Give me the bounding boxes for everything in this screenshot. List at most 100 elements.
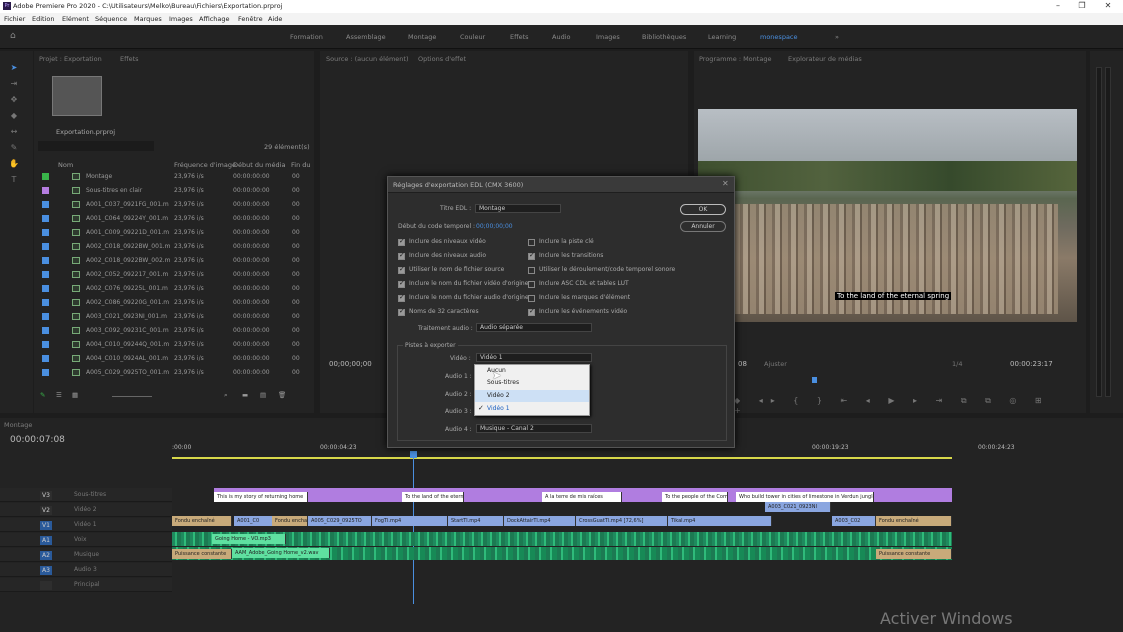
effect-controls-tab[interactable]: Options d'effet [418, 55, 466, 63]
project-list-item[interactable]: A001_C064_09224Y_001.m 23,976 i/s 00:00:00… [36, 212, 308, 226]
project-list-item[interactable]: A003_C092_09231C_001.m 23,976 i/s 00:00:00… [36, 324, 308, 338]
checkbox[interactable] [398, 307, 405, 316]
caption-clip[interactable]: A la terre de mis raíces [542, 492, 622, 502]
video-clip[interactable]: A005_C029_0925TO [308, 516, 372, 526]
transition-clip[interactable]: Fondu enchaîné [876, 516, 952, 526]
video-clip[interactable]: Tikal.mp4 [668, 516, 772, 526]
track-header[interactable]: V3 Sous-titres [0, 488, 172, 502]
workspace-tab[interactable]: Bibliothèques [642, 33, 686, 41]
project-list-item[interactable]: A004_C010_0924AL_001.m 23,976 i/s 00:00:00… [36, 352, 308, 366]
caption-clip[interactable]: This is my story of returning home [214, 492, 308, 502]
track-id[interactable]: A1 [40, 536, 52, 545]
audio-processing-select[interactable]: Audio séparée [476, 323, 592, 332]
track-select-icon[interactable]: ⇥ [8, 79, 20, 89]
home-icon[interactable]: ⌂ [10, 31, 16, 41]
menu-item[interactable]: Marques [134, 15, 162, 23]
col-end[interactable]: Fin du [291, 161, 311, 169]
transport-controls[interactable]: ◆ ◂▸ { } ⇤ ◂ ▶ ▸ ⇥ ⧉ ⧉ ◎ ⊞ + [734, 396, 1074, 415]
caption-clip[interactable]: To the land of the eternal [402, 492, 464, 502]
new-item-icon[interactable]: ▤ [260, 391, 266, 399]
ripple-edit-icon[interactable]: ✥ [8, 95, 20, 105]
caption-track[interactable]: This is my story of returning home To th… [214, 488, 952, 502]
fit-dropdown[interactable]: Ajuster [764, 360, 787, 368]
playhead-marker[interactable] [812, 377, 817, 383]
zoom-slider[interactable] [112, 396, 152, 397]
find-icon[interactable]: ⌕ [224, 391, 228, 400]
video-clip[interactable]: DockAttairTl.mp4 [504, 516, 576, 526]
checkbox[interactable] [528, 281, 535, 288]
more-workspaces-icon[interactable]: » [835, 33, 839, 41]
project-list-item[interactable]: A003_C021_0923NI_001.m 23,976 i/s 00:00:00… [36, 310, 308, 324]
razor-icon[interactable]: ◆ [8, 111, 20, 121]
minimize-icon[interactable]: – [1048, 1, 1068, 11]
project-list-item[interactable]: A005_C029_0925TO_001.m 23,976 i/s 00:00:00… [36, 366, 308, 380]
track-header[interactable]: A2 Musique [0, 548, 172, 562]
effects-tab[interactable]: Effets [120, 55, 139, 63]
menu-item[interactable]: Elément [62, 15, 89, 23]
video-clip[interactable]: A001_C0 [234, 516, 274, 526]
workspace-tab[interactable]: Montage [408, 33, 436, 41]
project-list-item[interactable]: Montage 23,976 i/s 00:00:00:00 00 [36, 170, 308, 184]
caption-clip[interactable]: Who build tower in cities of limestone i… [736, 492, 874, 502]
dropdown-option-hover[interactable]: Vidéo 2 [475, 390, 589, 402]
playhead-handle[interactable] [410, 451, 417, 458]
menu-item[interactable]: Séquence [95, 15, 127, 23]
track-header[interactable]: A1 Voix [0, 533, 172, 547]
menu-item[interactable]: Edition [32, 15, 55, 23]
menu-item[interactable]: Aide [268, 15, 282, 23]
hand-icon[interactable]: ✋ [8, 159, 20, 169]
search-input[interactable] [38, 141, 154, 151]
resolution-dropdown[interactable]: 1/4 [952, 360, 962, 368]
checkbox[interactable] [528, 307, 535, 316]
menu-item[interactable]: Affichage [199, 15, 230, 23]
transition-clip[interactable]: Fondu enchaîné [272, 516, 308, 526]
checkbox[interactable] [528, 251, 535, 260]
workspace-tab-active[interactable]: monespace [760, 33, 798, 41]
video-clip[interactable]: FogTl.mp4 [372, 516, 448, 526]
selection-tool-icon[interactable]: ➤ [8, 63, 20, 73]
audio-clip[interactable]: AAM_Adobe_Going Home_v2.wav [232, 548, 330, 558]
project-list-item[interactable]: Sous-titres en clair 23,976 i/s 00:00:00:0… [36, 184, 308, 198]
pencil-icon[interactable]: ✎ [40, 391, 45, 399]
project-list-item[interactable]: A002_C086_09220G_001.m 23,976 i/s 00:00:00… [36, 296, 308, 310]
menu-item[interactable]: Fichier [4, 15, 25, 23]
checkbox[interactable] [398, 293, 405, 302]
start-tc-value[interactable]: 00;00;00;00 [476, 223, 513, 230]
a2-audio[interactable]: Puissance constante AAM_Adobe_Going Home… [172, 547, 952, 560]
audio-transition[interactable]: Puissance constante [876, 549, 952, 559]
cancel-button[interactable]: Annuler [680, 221, 726, 232]
program-tab[interactable]: Programme : Montage [699, 55, 771, 63]
work-area-bar[interactable] [172, 457, 952, 459]
checkbox[interactable] [398, 279, 405, 288]
media-browser-tab[interactable]: Explorateur de médias [788, 55, 862, 63]
list-view-icon[interactable]: ☰ [56, 391, 62, 399]
project-list-item[interactable]: A002_C018_0922BW_002.m 23,976 i/s 00:00:00… [36, 254, 308, 268]
track-id[interactable]: A2 [40, 551, 52, 560]
project-tab[interactable]: Projet : Exportation [39, 55, 102, 63]
col-fps[interactable]: Fréquence d'image [174, 161, 236, 169]
project-list-item[interactable]: A002_C018_0922BW_001.m 23,976 i/s 00:00:00… [36, 240, 308, 254]
checkbox[interactable] [398, 251, 405, 260]
track-header[interactable]: V1 Vidéo 1 [0, 518, 172, 532]
workspace-tab[interactable]: Learning [708, 33, 736, 41]
video-clip[interactable]: StartTl.mp4 [448, 516, 504, 526]
transition-clip[interactable]: Fondu enchaîné [172, 516, 232, 526]
project-list-item[interactable]: A001_C037_0921FG_001.m 23,976 i/s 00:00:00… [36, 198, 308, 212]
new-bin-icon[interactable]: ▬ [242, 391, 248, 399]
dropdown-option-selected[interactable]: Vidéo 1 [475, 403, 589, 415]
timeline-tab[interactable]: Montage [4, 421, 32, 429]
track-header[interactable]: V2 Vidéo 2 [0, 503, 172, 517]
workspace-tab[interactable]: Effets [510, 33, 529, 41]
edl-title-input[interactable]: Montage [475, 204, 561, 213]
col-start[interactable]: Début du média [233, 161, 285, 169]
workspace-tab[interactable]: Audio [552, 33, 570, 41]
track-header[interactable]: A3 Audio 3 [0, 563, 172, 577]
workspace-tab[interactable]: Formation [290, 33, 323, 41]
icon-view-icon[interactable]: ▦ [72, 391, 78, 399]
col-name[interactable]: Nom [58, 161, 73, 169]
video-clip[interactable]: CrossGuatTl.mp4 [72,6%] [576, 516, 668, 526]
video-select[interactable]: Vidéo 1 [476, 353, 592, 362]
workspace-tab[interactable]: Images [596, 33, 620, 41]
track-header[interactable]: Principal [0, 578, 172, 592]
project-list-item[interactable]: A002_C076_09225L_001.m 23,976 i/s 00:00:00… [36, 282, 308, 296]
